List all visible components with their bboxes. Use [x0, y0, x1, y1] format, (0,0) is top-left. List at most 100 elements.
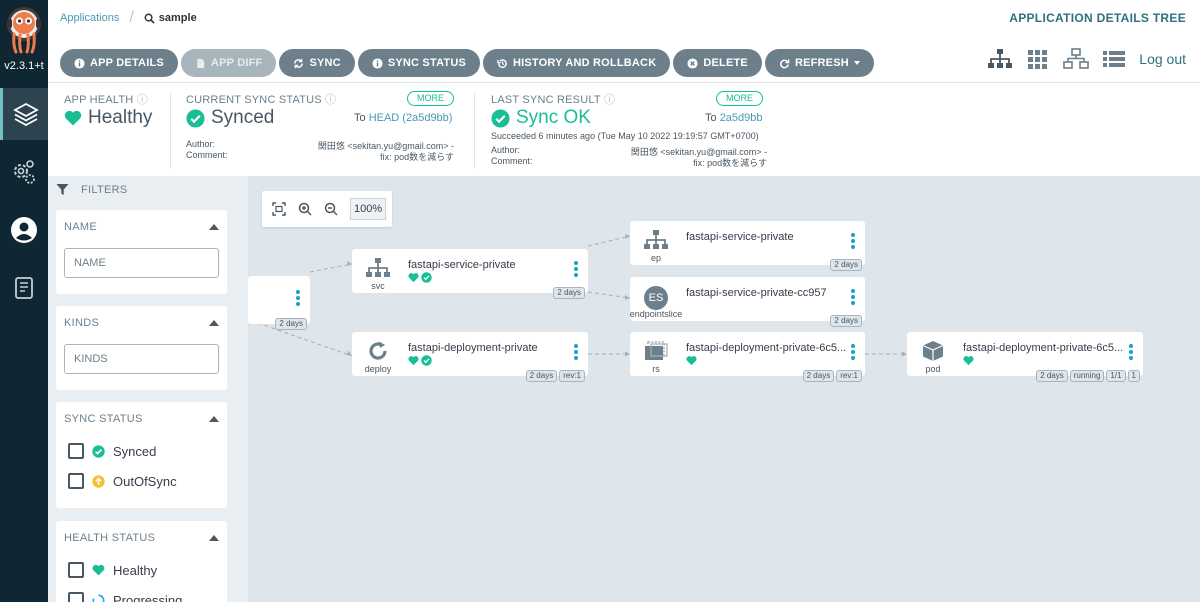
node-kind: deploy: [364, 364, 392, 374]
filters-sidebar: FILTERS NAME NAME KINDS KINDS SYNC STATU…: [48, 176, 248, 602]
tree-node-application[interactable]: 2 days: [248, 276, 310, 330]
nav-applications[interactable]: [0, 88, 48, 140]
check-circle-icon: [491, 108, 510, 128]
node-menu-icon[interactable]: [574, 344, 578, 362]
collapse-caret-icon[interactable]: [209, 224, 219, 230]
tree-node-deploy[interactable]: deploy fastapi-deployment-private 2 days…: [352, 332, 588, 382]
current-sync-revision-link[interactable]: HEAD (2a5d9bb): [369, 112, 453, 124]
breadcrumb-applications[interactable]: Applications: [60, 12, 119, 24]
ready-tag: 1/1: [1106, 370, 1126, 382]
network-view-icon[interactable]: [1063, 48, 1090, 70]
nav-settings[interactable]: [0, 146, 48, 198]
check-circle-icon: [92, 444, 105, 458]
tree-node-rs[interactable]: rs fastapi-deployment-private-6c5... 2 d…: [630, 332, 865, 382]
history-rollback-button[interactable]: HISTORY AND ROLLBACK: [483, 49, 671, 77]
tree-view-icon[interactable]: [987, 48, 1013, 70]
spinner-icon: [92, 594, 105, 602]
checkbox[interactable]: [68, 562, 84, 578]
collapse-caret-icon[interactable]: [209, 416, 219, 422]
age-tag: 2 days: [553, 287, 585, 299]
progressing-checkbox[interactable]: Progressing: [68, 592, 182, 602]
last-sync-revision-link[interactable]: 2a5d9bb: [720, 112, 763, 124]
last-sync-panel: LAST SYNC RESULT ⓘ MORE Sync OK To 2a5d9…: [475, 83, 785, 177]
gears-icon: [14, 160, 35, 184]
argo-logo-icon[interactable]: [4, 6, 44, 54]
checkbox[interactable]: [68, 473, 84, 489]
endpoints-icon: [644, 230, 668, 249]
node-menu-icon[interactable]: [574, 261, 578, 279]
kinds-filter-input[interactable]: KINDS: [64, 344, 219, 374]
resource-tree-canvas[interactable]: 100% 2 days svc fastapi-service-private: [248, 176, 1200, 602]
age-tag: 2 days: [830, 315, 862, 327]
heart-icon: [686, 356, 697, 366]
tree-node-ep[interactable]: ep fastapi-service-private 2 days: [630, 221, 865, 271]
check-circle-icon: [421, 355, 432, 366]
kinds-filter-label: KINDS: [64, 317, 100, 329]
search-icon: [144, 13, 155, 24]
fit-screen-icon[interactable]: [272, 202, 286, 216]
pods-view-icon[interactable]: [1025, 48, 1051, 70]
view-switcher: Log out: [987, 48, 1200, 70]
app-root: v2.3.1+t Applications / sample APPLICATI…: [0, 0, 1200, 602]
name-filter-label: NAME: [64, 221, 97, 233]
tree-node-pod[interactable]: pod fastapi-deployment-private-6c5... 2 …: [907, 332, 1143, 382]
sync-status-filter: SYNC STATUS Synced OutOfSync: [56, 402, 227, 508]
list-view-icon[interactable]: [1101, 48, 1127, 70]
last-sync-more-button[interactable]: MORE: [716, 91, 763, 106]
synced-checkbox[interactable]: Synced: [68, 443, 156, 459]
tree-node-svc[interactable]: svc fastapi-service-private 2 days: [352, 249, 588, 299]
zoom-in-icon[interactable]: [298, 202, 312, 216]
sync-button[interactable]: SYNC: [279, 49, 355, 77]
heart-icon: [408, 273, 419, 283]
collapse-caret-icon[interactable]: [209, 320, 219, 326]
last-sync-value: Sync OK: [491, 107, 591, 129]
app-health-value: Healthy: [64, 107, 152, 129]
node-menu-icon[interactable]: [1129, 344, 1133, 362]
collapse-caret-icon[interactable]: [209, 535, 219, 541]
node-name: fastapi-deployment-private-6c5...: [963, 342, 1123, 354]
tree-node-endpointslice[interactable]: ES endpointslice fastapi-service-private…: [630, 277, 865, 327]
checkbox[interactable]: [68, 592, 84, 602]
layers-icon: [12, 102, 39, 127]
age-tag: 2 days: [1036, 370, 1068, 382]
app-health-panel: APP HEALTH ⓘ Healthy: [48, 83, 168, 177]
sync-status-button[interactable]: SYNC STATUS: [357, 49, 480, 77]
app-details-button[interactable]: APP DETAILS: [60, 49, 178, 77]
checkbox[interactable]: [68, 443, 84, 459]
node-name: fastapi-service-private: [408, 259, 516, 271]
breadcrumb-current: sample: [144, 12, 197, 24]
node-menu-icon[interactable]: [851, 289, 855, 307]
last-sync-target: To 2a5d9bb: [705, 112, 763, 124]
logout-link[interactable]: Log out: [1139, 51, 1186, 67]
app-diff-button[interactable]: APP DIFF: [180, 49, 277, 77]
node-menu-icon[interactable]: [851, 233, 855, 251]
revision-tag: rev:1: [836, 370, 862, 382]
current-sync-more-button[interactable]: MORE: [407, 91, 454, 106]
current-sync-value: Synced: [186, 107, 274, 129]
refresh-button[interactable]: REFRESH: [764, 49, 874, 77]
endpointslice-icon: ES: [644, 286, 668, 310]
node-kind: svc: [371, 281, 385, 291]
deployment-icon: [369, 341, 387, 360]
author-label: Author:: [186, 139, 216, 149]
node-menu-icon[interactable]: [296, 290, 300, 308]
delete-button[interactable]: DELETE: [673, 49, 762, 77]
heart-icon: [408, 356, 419, 366]
node-menu-icon[interactable]: [851, 344, 855, 362]
age-tag: 2 days: [525, 370, 558, 382]
name-filter: NAME NAME: [56, 210, 227, 294]
version-label: v2.3.1+t: [4, 60, 44, 72]
zoom-out-icon[interactable]: [324, 202, 338, 216]
current-sync-label: CURRENT SYNC STATUS ⓘ: [186, 94, 337, 106]
redo-icon: [780, 58, 790, 68]
info-icon: [372, 57, 383, 69]
zoom-level[interactable]: 100%: [350, 198, 387, 220]
out-of-sync-checkbox[interactable]: OutOfSync: [68, 473, 177, 489]
zoom-controls: 100%: [262, 191, 392, 227]
name-filter-input[interactable]: NAME: [64, 248, 219, 278]
healthy-checkbox[interactable]: Healthy: [68, 562, 157, 578]
node-name: fastapi-deployment-private-6c5...: [686, 342, 846, 354]
nav-documentation[interactable]: [0, 262, 48, 314]
nav-user-info[interactable]: [0, 204, 48, 256]
app-name: sample: [158, 12, 197, 24]
